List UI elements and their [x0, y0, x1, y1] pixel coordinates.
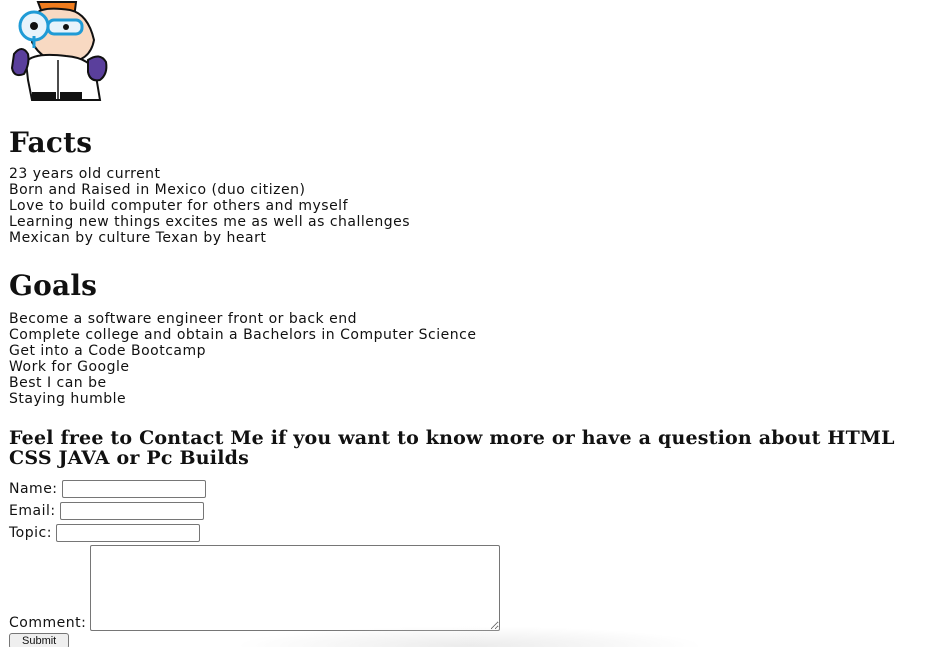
goals-list: Become a software engineer front or back… — [9, 311, 939, 407]
facts-item: 23 years old current — [9, 166, 161, 182]
goals-item: Become a software engineer front or back… — [9, 311, 357, 327]
facts-heading: Facts — [9, 126, 93, 159]
facts-item: Love to build computer for others and my… — [9, 198, 348, 214]
contact-form: Name: Email: Topic: Comment: Submit — [9, 478, 529, 647]
topic-input[interactable] — [55, 524, 200, 542]
name-row: Name: — [9, 478, 529, 500]
submit-button[interactable]: Submit — [9, 633, 70, 647]
name-label: Name: — [9, 481, 58, 497]
goals-item: Get into a Code Bootcamp — [9, 343, 207, 359]
goals-heading: Goals — [9, 269, 98, 302]
facts-item: Born and Raised in Mexico (duo citizen) — [9, 182, 306, 198]
goals-item: Staying humble — [9, 391, 127, 407]
contact-section: Feel free to Contact Me if you want to k… — [9, 428, 929, 468]
goals-section: Goals Become a software engineer front o… — [9, 269, 939, 408]
comment-textarea[interactable] — [90, 545, 501, 631]
profile-avatar — [8, 0, 110, 104]
email-label: Email: — [9, 503, 56, 519]
email-input[interactable] — [59, 502, 204, 520]
goals-item: Best I can be — [9, 375, 107, 391]
contact-heading: Feel free to Contact Me if you want to k… — [9, 427, 895, 469]
goals-item: Complete college and obtain a Bachelors … — [9, 327, 477, 343]
topic-row: Topic: — [9, 522, 529, 544]
facts-item: Mexican by culture Texan by heart — [9, 230, 267, 246]
topic-label: Topic: — [9, 525, 52, 541]
goals-item: Work for Google — [9, 359, 130, 375]
name-input[interactable] — [61, 480, 206, 498]
comment-row: Comment: — [9, 545, 529, 631]
facts-section: Facts 23 years old current Born and Rais… — [9, 126, 939, 247]
comment-label: Comment: — [9, 615, 87, 631]
email-row: Email: — [9, 500, 529, 522]
facts-list: 23 years old current Born and Raised in … — [9, 166, 939, 246]
facts-item: Learning new things excites me as well a… — [9, 214, 411, 230]
dexter-avatar-icon — [10, 1, 108, 101]
